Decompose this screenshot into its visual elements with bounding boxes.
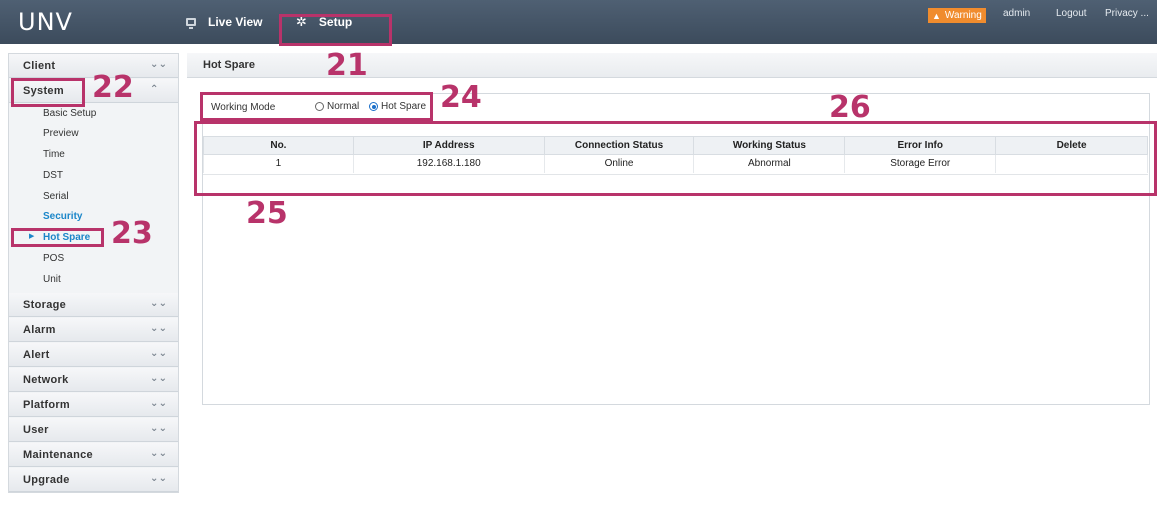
annotation-number: 23 — [111, 216, 153, 251]
chevron-down-icon: ⌄⌄ — [150, 373, 168, 384]
annotation-box-working-mode — [200, 92, 433, 121]
sidebar-section-platform[interactable]: Platform ⌄⌄ — [9, 393, 178, 417]
chevron-down-icon: ⌄⌄ — [150, 59, 168, 70]
sidebar-item-time[interactable]: Time — [43, 149, 65, 160]
chevron-down-icon: ⌄⌄ — [150, 323, 168, 334]
annotation-number: 21 — [326, 48, 368, 83]
logout-link[interactable]: Logout — [1056, 8, 1087, 19]
sidebar-section-label: Upgrade — [23, 474, 70, 486]
chevron-down-icon: ⌄⌄ — [150, 423, 168, 434]
sidebar-section-label: Client — [23, 60, 56, 72]
sidebar-section-maintenance[interactable]: Maintenance ⌄⌄ — [9, 443, 178, 467]
sidebar-item-basic-setup[interactable]: Basic Setup — [43, 108, 96, 119]
page-bottom — [0, 493, 1157, 513]
top-bar: UNV Live View ✲ Setup ▲ Warning admin Lo… — [0, 0, 1157, 44]
sidebar-section-label: Network — [23, 374, 69, 386]
sidebar-item-security[interactable]: Security — [43, 211, 82, 222]
sidebar-section-label: Alert — [23, 349, 50, 361]
annotation-box-setup — [279, 14, 392, 46]
annotation-number: 25 — [246, 196, 288, 231]
sidebar-item-preview[interactable]: Preview — [43, 128, 79, 139]
annotation-box-table — [194, 121, 1157, 196]
sidebar-section-network[interactable]: Network ⌄⌄ — [9, 368, 178, 392]
warning-label: Warning — [944, 10, 982, 21]
page-title: Hot Spare — [203, 59, 255, 71]
sidebar-section-label: User — [23, 424, 49, 436]
sidebar-item-dst[interactable]: DST — [43, 170, 63, 181]
annotation-number: 22 — [92, 70, 134, 105]
monitor-icon — [186, 18, 196, 29]
sidebar-section-storage[interactable]: Storage ⌄⌄ — [9, 293, 178, 317]
chevron-down-icon: ⌄⌄ — [150, 348, 168, 359]
annotation-number: 26 — [829, 90, 871, 125]
sidebar-section-label: Platform — [23, 399, 71, 411]
annotation-box-hot-spare — [11, 228, 104, 247]
nav-live-view[interactable]: Live View — [186, 12, 262, 32]
user-name: admin — [1003, 8, 1031, 19]
brand-logo: UNV — [18, 8, 73, 36]
annotation-number: 24 — [440, 80, 482, 115]
sidebar-item-serial[interactable]: Serial — [43, 191, 69, 202]
sidebar-section-label: Storage — [23, 299, 67, 311]
sidebar-item-pos[interactable]: POS — [43, 253, 64, 264]
warning-icon: ▲ — [932, 10, 941, 21]
chevron-down-icon: ⌄⌄ — [150, 398, 168, 409]
chevron-down-icon: ⌄⌄ — [150, 298, 168, 309]
sidebar: Client ⌄⌄ System ⌃ Basic Setup Preview T… — [8, 53, 179, 493]
sidebar-section-label: Alarm — [23, 324, 56, 336]
privacy-link[interactable]: Privacy ... — [1105, 8, 1149, 19]
chevron-down-icon: ⌄⌄ — [150, 448, 168, 459]
chevron-up-icon: ⌃ — [150, 84, 159, 95]
sidebar-section-label: Maintenance — [23, 449, 93, 461]
sidebar-section-user[interactable]: User ⌄⌄ — [9, 418, 178, 442]
nav-live-view-label: Live View — [208, 15, 263, 29]
sidebar-item-unit[interactable]: Unit — [43, 274, 61, 285]
warning-badge[interactable]: ▲ Warning — [928, 8, 986, 23]
sidebar-section-alert[interactable]: Alert ⌄⌄ — [9, 343, 178, 367]
annotation-box-system — [11, 78, 85, 107]
chevron-down-icon: ⌄⌄ — [150, 473, 168, 484]
sidebar-section-alarm[interactable]: Alarm ⌄⌄ — [9, 318, 178, 342]
sidebar-section-upgrade[interactable]: Upgrade ⌄⌄ — [9, 468, 178, 492]
